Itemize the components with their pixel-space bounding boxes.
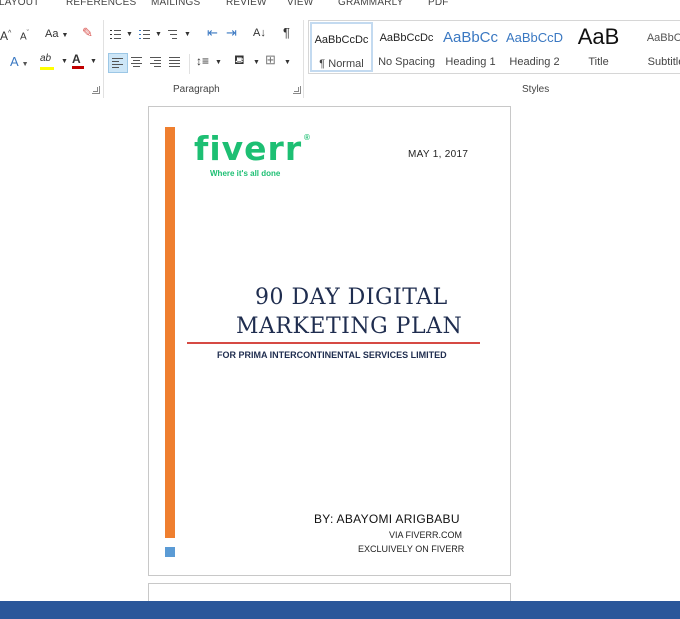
align-center-icon[interactable]	[131, 57, 142, 67]
clear-formatting-button[interactable]: ✎	[82, 26, 93, 40]
document-page[interactable]: fiverr ® Where it's all done MAY 1, 2017…	[148, 106, 511, 576]
styles-gallery: AaBbCcDc ¶ Normal AaBbCcDc No Spacing Aa…	[308, 20, 680, 74]
increase-indent-icon[interactable]: ⇥	[226, 26, 237, 40]
eraser-icon: ✎	[82, 25, 93, 40]
font-dialog-launcher[interactable]	[92, 86, 100, 94]
status-bar	[0, 601, 680, 619]
shading-icon[interactable]: ⛾	[234, 53, 245, 67]
paragraph-dialog-launcher[interactable]	[293, 86, 301, 94]
bullets-icon[interactable]	[110, 30, 121, 40]
sort-button[interactable]: A↓	[253, 26, 266, 40]
show-formatting-button[interactable]: ¶	[283, 26, 290, 40]
tab-references[interactable]: REFERENCES	[66, 0, 136, 8]
registered-mark: ®	[304, 133, 310, 142]
align-left-button[interactable]	[108, 53, 128, 73]
style-subtitle[interactable]: AaBbCc Subtitle	[631, 22, 680, 72]
style-normal[interactable]: AaBbCcDc ¶ Normal	[310, 22, 373, 72]
chevron-down-icon[interactable]: ▼	[215, 56, 222, 70]
author-line: BY: ABAYOMI ARIGBABU	[314, 512, 460, 526]
style-heading-1[interactable]: AaBbCc Heading 1	[439, 22, 502, 72]
orange-accent-bar	[165, 127, 175, 538]
sort-icon: A↓	[253, 27, 266, 39]
document-subtitle: FOR PRIMA INTERCONTINENTAL SERVICES LIMI…	[217, 350, 447, 360]
chevron-down-icon[interactable]: ▼	[184, 28, 191, 42]
decrease-indent-icon[interactable]: ⇤	[207, 26, 218, 40]
blue-accent-square	[165, 547, 175, 557]
group-separator	[303, 20, 304, 98]
fiverr-logo: fiverr	[194, 129, 303, 168]
change-case-button[interactable]: Aa ▼	[45, 27, 68, 43]
borders-icon[interactable]: ⊞	[265, 53, 276, 67]
style-title[interactable]: AaB Title	[567, 22, 630, 72]
chevron-down-icon[interactable]: ▼	[155, 28, 162, 42]
chevron-down-icon[interactable]: ▼	[253, 56, 260, 70]
chevron-down-icon[interactable]: ▼	[90, 55, 97, 69]
chevron-down-icon: ▼	[21, 61, 29, 68]
tab-mailings[interactable]: MAILINGS	[151, 0, 200, 8]
tab-review[interactable]: REVIEW	[226, 0, 267, 8]
document-title-line-1: 90 DAY DIGITAL	[255, 285, 448, 310]
ribbon-tab-bar: LAYOUT REFERENCES MAILINGS REVIEW VIEW G…	[0, 0, 680, 12]
separator	[189, 54, 190, 74]
chevron-down-icon: ▼	[61, 32, 69, 39]
style-heading-2[interactable]: AaBbCcD Heading 2	[503, 22, 566, 72]
shrink-font-button[interactable]: Aˇ	[20, 27, 29, 44]
document-title-line-2: MARKETING PLAN	[236, 314, 463, 339]
chevron-down-icon[interactable]: ▼	[284, 56, 291, 70]
text-effects-button[interactable]: A ▼	[10, 55, 29, 72]
multilevel-list-icon[interactable]	[168, 30, 179, 40]
justify-icon[interactable]	[169, 57, 180, 67]
grow-font-button[interactable]: A^	[0, 27, 11, 43]
font-color-swatch	[72, 66, 84, 69]
pilcrow-icon: ¶	[283, 25, 290, 40]
numbering-icon[interactable]	[139, 30, 150, 40]
tab-view[interactable]: VIEW	[287, 0, 313, 8]
tab-layout[interactable]: LAYOUT	[0, 0, 39, 8]
style-no-spacing[interactable]: AaBbCcDc No Spacing	[375, 22, 438, 72]
logo-tagline: Where it's all done	[210, 169, 281, 178]
tab-pdf[interactable]: PDF	[428, 0, 449, 8]
line-spacing-icon[interactable]: ↕≡	[196, 54, 209, 68]
align-left-icon	[112, 58, 123, 68]
tab-grammarly[interactable]: GRAMMARLY	[338, 0, 404, 8]
ribbon: A^ Aˇ Aa ▼ ✎ A ▼ ab ▼ A ▼ ▼ ▼ ▼ ⇤ ⇥ A↓ ¶…	[0, 12, 680, 99]
styles-group-label: Styles	[522, 84, 550, 95]
highlight-swatch	[40, 67, 54, 70]
document-date: MAY 1, 2017	[408, 149, 469, 160]
paragraph-group-label: Paragraph	[173, 84, 220, 95]
document-canvas[interactable]: fiverr ® Where it's all done MAY 1, 2017…	[0, 98, 680, 613]
exclusive-line: EXCLUIVELY ON FIVERR	[358, 544, 465, 554]
group-separator	[103, 20, 104, 98]
chevron-down-icon[interactable]: ▼	[126, 28, 133, 42]
chevron-down-icon[interactable]: ▼	[61, 55, 68, 69]
via-line: VIA FIVERR.COM	[389, 530, 463, 540]
font-color-button[interactable]: A	[72, 52, 84, 69]
highlight-color-button[interactable]: ab	[40, 52, 54, 70]
align-right-icon[interactable]	[150, 57, 161, 67]
title-underline	[187, 342, 480, 344]
